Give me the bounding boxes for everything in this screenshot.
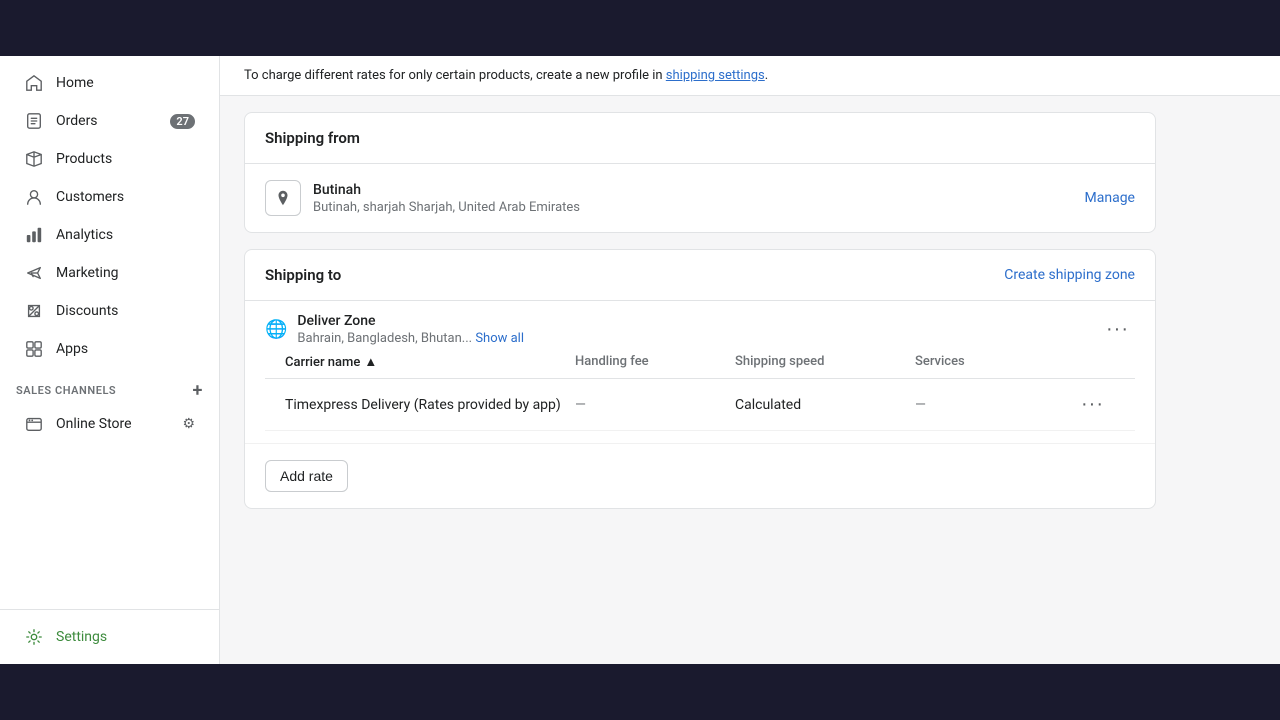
sidebar-item-orders-label: Orders — [56, 113, 158, 129]
customers-icon — [24, 187, 44, 207]
sidebar-item-analytics-label: Analytics — [56, 227, 195, 243]
home-icon — [24, 73, 44, 93]
sidebar-item-online-store[interactable]: Online Store ⚙ — [8, 406, 211, 442]
globe-icon: 🌐 — [265, 319, 287, 340]
shipping-from-card: Shipping from Butinah Butinah, sharjah S… — [244, 112, 1156, 233]
zone-name: Deliver Zone — [297, 313, 524, 329]
sidebar-item-settings[interactable]: Settings — [8, 619, 211, 655]
manage-link[interactable]: Manage — [1085, 190, 1135, 206]
sort-icon: ▲ — [364, 354, 377, 370]
create-shipping-zone-link[interactable]: Create shipping zone — [1004, 267, 1135, 283]
sidebar-item-analytics[interactable]: Analytics — [8, 217, 211, 253]
orders-badge: 27 — [170, 114, 195, 129]
row-more-button[interactable]: ··· — [1075, 391, 1110, 418]
location-address: Butinah, sharjah Sharjah, United Arab Em… — [313, 200, 580, 215]
handling-fee-cell: — — [575, 397, 735, 413]
shipping-to-title: Shipping to — [265, 266, 341, 284]
carrier-name-header[interactable]: Carrier name ▲ — [285, 354, 575, 370]
sales-channels-section: SALES CHANNELS + — [0, 368, 219, 405]
handling-fee-header: Handling fee — [575, 354, 735, 370]
bottom-bar — [0, 664, 1280, 720]
zone-info: 🌐 Deliver Zone Bahrain, Bangladesh, Bhut… — [265, 313, 524, 346]
services-cell: — — [915, 397, 1075, 413]
sidebar: Home Orders 27 Products — [0, 56, 220, 664]
sidebar-item-home[interactable]: Home — [8, 65, 211, 101]
sidebar-item-discounts-label: Discounts — [56, 303, 195, 319]
sidebar-item-apps-label: Apps — [56, 341, 195, 357]
sidebar-item-marketing-label: Marketing — [56, 265, 195, 281]
sidebar-item-online-store-label: Online Store — [56, 416, 170, 432]
shipping-speed-header: Shipping speed — [735, 354, 915, 370]
sidebar-item-home-label: Home — [56, 75, 195, 91]
apps-icon — [24, 339, 44, 359]
sidebar-item-products[interactable]: Products — [8, 141, 211, 177]
shipping-from-header: Shipping from — [245, 113, 1155, 164]
sidebar-item-customers-label: Customers — [56, 189, 195, 205]
sidebar-item-apps[interactable]: Apps — [8, 331, 211, 367]
add-rate-button[interactable]: Add rate — [265, 460, 348, 492]
sidebar-item-customers[interactable]: Customers — [8, 179, 211, 215]
shipping-to-header: Shipping to Create shipping zone — [245, 250, 1155, 301]
zone-row: 🌐 Deliver Zone Bahrain, Bangladesh, Bhut… — [245, 301, 1155, 444]
sidebar-item-discounts[interactable]: Discounts — [8, 293, 211, 329]
top-bar — [0, 0, 1280, 56]
actions-header — [1075, 354, 1115, 370]
main-content: To charge different rates for only certa… — [220, 56, 1280, 664]
shipping-to-card: Shipping to Create shipping zone 🌐 Deliv… — [244, 249, 1156, 509]
discounts-icon — [24, 301, 44, 321]
notice-bar: To charge different rates for only certa… — [220, 56, 1280, 96]
sidebar-item-settings-label: Settings — [56, 629, 195, 645]
add-sales-channel-icon[interactable]: + — [193, 380, 203, 401]
shipping-speed-cell: Calculated — [735, 397, 915, 413]
sidebar-item-products-label: Products — [56, 151, 195, 167]
table-row: Timexpress Delivery (Rates provided by a… — [265, 379, 1135, 431]
shipping-settings-link[interactable]: shipping settings — [666, 68, 765, 83]
analytics-icon — [24, 225, 44, 245]
row-more-button-cell: ··· — [1075, 391, 1115, 418]
zone-more-button[interactable]: ··· — [1100, 316, 1135, 343]
zone-countries: Bahrain, Bangladesh, Bhutan... Show all — [297, 331, 524, 346]
shipping-from-title: Shipping from — [265, 129, 360, 147]
settings-icon — [24, 627, 44, 647]
online-store-icon — [24, 414, 44, 434]
sidebar-item-marketing[interactable]: Marketing — [8, 255, 211, 291]
location-info: Butinah Butinah, sharjah Sharjah, United… — [313, 182, 580, 215]
table-header: Carrier name ▲ Handling fee Shipping spe… — [265, 346, 1135, 379]
location-row: Butinah Butinah, sharjah Sharjah, United… — [245, 164, 1155, 232]
online-store-settings-icon[interactable]: ⚙ — [182, 416, 195, 432]
services-header: Services — [915, 354, 1075, 370]
carrier-name-cell: Timexpress Delivery (Rates provided by a… — [285, 397, 575, 413]
show-all-link[interactable]: Show all — [475, 331, 524, 346]
location-name: Butinah — [313, 182, 580, 198]
orders-icon — [24, 111, 44, 131]
marketing-icon — [24, 263, 44, 283]
sidebar-item-orders[interactable]: Orders 27 — [8, 103, 211, 139]
location-icon — [265, 180, 301, 216]
products-icon — [24, 149, 44, 169]
